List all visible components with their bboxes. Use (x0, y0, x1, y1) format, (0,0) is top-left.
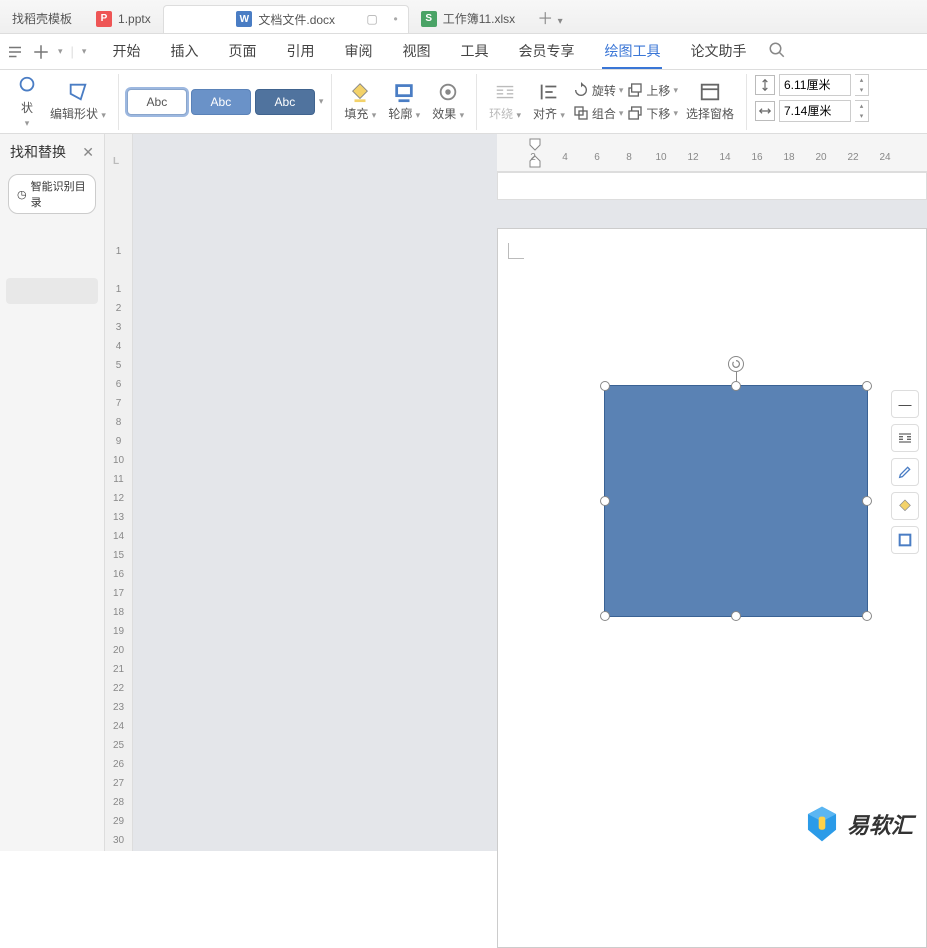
panel-close-icon[interactable]: ✕ (82, 144, 94, 161)
down-icon (627, 105, 643, 121)
word-icon: W (236, 11, 252, 27)
group-icon (573, 105, 589, 121)
align-button[interactable]: 对齐 ▾ (529, 79, 569, 124)
vertical-ruler: L 11234567891011121314151617181920212223… (105, 134, 133, 851)
height-icon (755, 75, 775, 95)
resize-handle-e[interactable] (862, 496, 872, 506)
height-spinner[interactable]: ▴▾ (855, 74, 869, 96)
menu-tools[interactable]: 工具 (458, 35, 490, 69)
page-strip (497, 172, 927, 200)
watermark: 易软汇 (805, 805, 913, 843)
style-more[interactable]: ▾ (319, 96, 324, 107)
outline-icon (393, 81, 415, 103)
shape-button[interactable]: 状▾ (12, 73, 42, 131)
powerpoint-icon: P (96, 11, 112, 27)
qa-dropdown-2[interactable]: ▾ (82, 46, 87, 57)
wrap-button[interactable]: 环绕 ▾ (485, 79, 525, 124)
selection-pane-icon (699, 81, 721, 103)
ribbon: 状▾ 编辑形状 ▾ Abc Abc Abc ▾ 填充 ▾ 轮廓 ▾ 效果 ▾ 环… (0, 70, 927, 134)
tab-templates[interactable]: 找稻壳模板 (0, 5, 84, 33)
qa-icon-1[interactable] (6, 43, 24, 61)
quick-access: ▾ | ▾ (0, 43, 92, 61)
fill-button[interactable]: 填充 ▾ (340, 79, 380, 124)
qa-icon-2[interactable] (32, 43, 50, 61)
nav-current-item[interactable] (6, 278, 98, 304)
tabs-bar: 找稻壳模板 P1.pptx W文档文件.docx ▢ • S工作簿11.xlsx… (0, 0, 927, 34)
watermark-icon (805, 805, 839, 843)
style-preset-2[interactable]: Abc (191, 89, 251, 115)
resize-handle-nw[interactable] (600, 381, 610, 391)
menu-start[interactable]: 开始 (110, 35, 142, 69)
effect-icon (437, 81, 459, 103)
style-preset-1[interactable]: Abc (127, 89, 187, 115)
resize-handle-s[interactable] (731, 611, 741, 621)
rotate-handle[interactable] (728, 356, 744, 372)
float-wrap-button[interactable] (891, 424, 919, 452)
menu-review[interactable]: 审阅 (342, 35, 374, 69)
up-icon (627, 82, 643, 98)
group-button[interactable]: 组合▾ (573, 105, 624, 122)
rotate-button[interactable]: 旋转▾ (573, 82, 624, 99)
float-border-button[interactable] (891, 526, 919, 554)
resize-handle-sw[interactable] (600, 611, 610, 621)
wrap-icon (494, 81, 516, 103)
spreadsheet-icon: S (421, 11, 437, 27)
selected-rectangle-shape[interactable] (604, 385, 868, 617)
resize-handle-n[interactable] (731, 381, 741, 391)
align-icon (538, 81, 560, 103)
moveup-button[interactable]: 上移▾ (627, 82, 678, 99)
menu-bar: ▾ | ▾ 开始 插入 页面 引用 审阅 视图 工具 会员专享 绘图工具 论文助… (0, 34, 927, 70)
movedown-button[interactable]: 下移▾ (627, 105, 678, 122)
resize-handle-w[interactable] (600, 496, 610, 506)
width-spinner[interactable]: ▴▾ (855, 100, 869, 122)
fill-icon (349, 81, 371, 103)
selection-pane-button[interactable]: 选择窗格 (682, 79, 738, 124)
margin-corner-icon (508, 243, 524, 259)
horizontal-ruler: 24681012141618202224 (497, 134, 927, 172)
shape-icon (16, 75, 38, 97)
menu-drawingtools[interactable]: 绘图工具 (602, 35, 662, 69)
menu-insert[interactable]: 插入 (168, 35, 200, 69)
float-edit-button[interactable] (891, 458, 919, 486)
menu-member[interactable]: 会员专享 (516, 35, 576, 69)
tab-pptx[interactable]: P1.pptx (84, 5, 163, 33)
window-control-icon[interactable]: ▢ (366, 12, 377, 26)
rotate-icon (573, 82, 589, 98)
navigation-panel: 找和替换 ✕ ◷智能识别目录 (0, 134, 105, 851)
floating-toolbar: — (891, 390, 919, 554)
tab-docx-active[interactable]: W文档文件.docx ▢ • (163, 5, 409, 33)
smart-toc-button[interactable]: ◷智能识别目录 (8, 174, 96, 214)
tab-add-button[interactable]: ＋ ▾ (527, 5, 572, 29)
height-input[interactable] (779, 74, 851, 96)
panel-title: 找和替换 (10, 142, 66, 162)
float-fill-button[interactable] (891, 492, 919, 520)
qa-dropdown[interactable]: ▾ (58, 46, 63, 57)
menu-page[interactable]: 页面 (226, 35, 258, 69)
canvas-area: 24681012141618202224 — (133, 134, 927, 851)
effect-button[interactable]: 效果 ▾ (428, 79, 468, 124)
width-input[interactable] (779, 100, 851, 122)
resize-handle-se[interactable] (862, 611, 872, 621)
indent-marker[interactable] (529, 138, 541, 150)
edit-shape-button[interactable]: 编辑形状 ▾ (46, 79, 110, 124)
menu-paper[interactable]: 论文助手 (688, 35, 748, 69)
edit-shape-icon (67, 81, 89, 103)
search-icon[interactable] (768, 41, 786, 62)
style-preset-3[interactable]: Abc (255, 89, 315, 115)
outline-button[interactable]: 轮廓 ▾ (384, 79, 424, 124)
resize-handle-ne[interactable] (862, 381, 872, 391)
menu-reference[interactable]: 引用 (284, 35, 316, 69)
float-collapse-button[interactable]: — (891, 390, 919, 418)
tab-xlsx[interactable]: S工作簿11.xlsx (409, 5, 527, 33)
width-icon (755, 101, 775, 121)
menu-view[interactable]: 视图 (400, 35, 432, 69)
tab-close-icon[interactable]: • (394, 12, 398, 26)
